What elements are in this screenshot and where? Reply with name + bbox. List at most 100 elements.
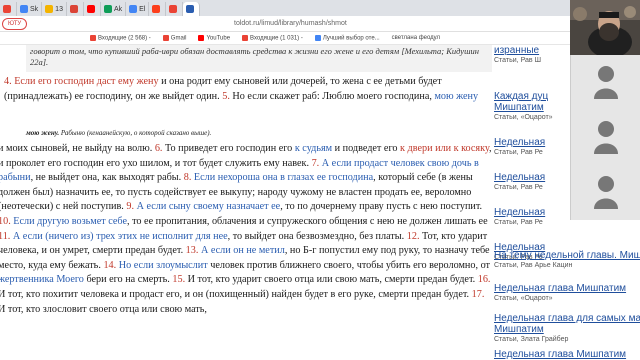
tab-13[interactable]: 13 (42, 2, 67, 16)
gmail-icon (162, 34, 169, 41)
bookmarks-bar: Входящие (2 568) - Gmail YouTube Входящи… (0, 32, 640, 45)
related-article-title[interactable]: Каждая дуц (494, 91, 548, 102)
browser-toolbar: toldot.ru/limud/library/humash/shmot (0, 16, 640, 32)
definition-term: мою жену. (26, 129, 60, 137)
verse-paragraph-2: и моих сыновей, не выйду на волю. 6. То … (0, 142, 492, 317)
commentary-link[interactable]: Если другую возьмет себе (13, 216, 127, 227)
video-tile-participant-3 (570, 165, 640, 220)
related-article-title[interactable]: Мишпатим (494, 324, 568, 335)
verse-number: 16. (477, 274, 491, 286)
verse-number: 13. (185, 245, 201, 257)
bookmark-inbox-2[interactable]: Входящие (1 031) - (242, 34, 303, 41)
tab-ak[interactable]: Ak (101, 2, 127, 16)
commentary-link[interactable]: жертвенника Моего (0, 274, 84, 285)
verse-number: 12. (406, 230, 423, 242)
tab-youtube[interactable] (84, 2, 101, 16)
bookmark-best-choice[interactable]: Лучший выбор оте... (314, 34, 380, 41)
commentary-note: говорит о том, что купивший раба-иври об… (26, 45, 492, 72)
related-article-item[interactable]: Недельная глава Мишпатим Статьи, «Оцарот» (494, 283, 626, 303)
verse-text: И тот, кто похитит человека и продаст ег… (0, 288, 472, 300)
related-article-title[interactable]: Недельная (494, 207, 545, 218)
related-article-title[interactable]: изранные (494, 45, 541, 56)
favicon-icon (45, 5, 54, 13)
video-tile-participant-2 (570, 110, 640, 165)
related-article-title[interactable]: Недельная (494, 172, 545, 183)
highlighted-phrase[interactable]: к двери или к косяку (400, 143, 489, 154)
related-article-title[interactable]: Недельная глава Мишпатим (494, 283, 626, 294)
user-silhouette-icon (594, 121, 618, 154)
bookmark-gmail[interactable]: Gmail (162, 34, 186, 41)
tab-gmail[interactable] (166, 2, 184, 16)
verse-number: 14. (103, 259, 119, 271)
favicon-icon (186, 5, 195, 13)
verse-number: 9. (126, 201, 137, 213)
bookmark-inbox[interactable]: Входящие (2 568) - (90, 34, 151, 41)
verse-number: 6. (154, 143, 166, 154)
verse-text: и моих сыновей, не выйду на волю. (0, 143, 155, 154)
verse-text: И тот, кто злословит своего отца или сво… (0, 303, 207, 315)
term-definition: мою жену. Рабыню (кенаанейскую, о которо… (26, 126, 211, 141)
tab-sk[interactable]: Sk (17, 2, 43, 16)
related-article-meta: Статьи, «Оцарот» (494, 114, 553, 121)
bookmark-svetlana[interactable]: светлана феодул (392, 35, 440, 41)
user-silhouette-icon (594, 66, 618, 99)
verse-number: 17. (471, 288, 485, 300)
related-article-item[interactable]: изранные Статьи, Рав Ш (494, 45, 541, 65)
verse-number: 5. (222, 90, 233, 102)
browser-tab-bar: Sk 13 Ak El (0, 0, 640, 16)
article-body: говорит о том, что купивший раба-иври об… (0, 45, 492, 360)
favicon-icon (103, 5, 112, 13)
url-bar[interactable]: toldot.ru/limud/library/humash/shmot (234, 20, 347, 27)
related-article-item[interactable]: Каждая дуц (494, 91, 548, 102)
commentary-link[interactable]: А если он не метил (201, 245, 285, 256)
tab-mail[interactable] (67, 2, 84, 16)
related-article-title[interactable]: Недельная глава Мишпатим (494, 349, 626, 360)
commentary-link[interactable]: мою жену (434, 91, 478, 102)
tab-el[interactable]: El (126, 2, 150, 16)
tab-yandex[interactable] (149, 2, 167, 16)
related-article-title[interactable]: Мишпатим (494, 102, 553, 113)
verse-paragraph-1: 4. Если его господин даст ему жену и она… (4, 75, 492, 104)
video-tile-participant-1 (570, 55, 640, 110)
favicon-icon (129, 5, 138, 13)
related-article-item[interactable]: Мишпатим Статьи, «Оцарот» (494, 102, 553, 122)
favicon-icon (169, 5, 178, 13)
youtube-icon (198, 34, 205, 41)
favicon-icon (20, 5, 28, 13)
highlighted-phrase[interactable]: Если его господин даст ему жену (14, 76, 158, 87)
commentary-link[interactable]: А если сыну своему назначает ее (137, 201, 281, 212)
speaker-video-icon (570, 0, 640, 55)
verse-number: 7. (311, 157, 322, 169)
commentary-link[interactable]: А если (ничего из) трех этих не исполнит… (13, 231, 228, 242)
verse-number: 4. (4, 76, 15, 87)
mail-icon (242, 34, 249, 41)
verse-number: 8. (183, 172, 194, 184)
related-article-meta: Статьи, Рав Ре (494, 149, 543, 156)
verse-text: и подведет его (332, 143, 401, 154)
related-article-item[interactable]: Недельная Статьи, Рав Ре (494, 207, 545, 227)
related-article-title[interactable]: Недельная (494, 137, 545, 148)
commentary-link[interactable]: к судьям (295, 143, 332, 154)
verse-text: бери его на смерть. (83, 274, 173, 286)
tab-extension[interactable] (0, 2, 17, 16)
related-article-item[interactable]: Недельная глава для самых мален (494, 313, 640, 324)
page-pill[interactable]: ЮТУ (2, 18, 28, 30)
commentary-link[interactable]: Но если злоумыслит (119, 260, 208, 271)
commentary-link[interactable]: Если нехороша она в глазах ее господина (194, 172, 373, 183)
related-article-title[interactable]: На тему недельной главы. Мишпатим (494, 250, 640, 261)
related-article-item[interactable]: Мишпатим Статьи, Злата Грайбер (494, 324, 568, 344)
verse-text: человек против ближнего своего, чтобы уб… (207, 259, 490, 271)
favicon-icon (86, 5, 95, 13)
related-article-meta: Статьи, Рав Ре (494, 219, 543, 226)
bookmark-youtube[interactable]: YouTube (198, 34, 230, 41)
related-article-meta: Статьи, Рав Ш (494, 57, 541, 64)
verse-text: Но если скажет раб: Люблю моего господин… (232, 90, 435, 102)
related-article-item[interactable]: Недельная глава Мишпатим (494, 349, 626, 360)
definition-text: Рабыню (кенаанейскую, о которой сказано … (59, 129, 212, 137)
related-article-title[interactable]: Недельная глава для самых мален (494, 313, 640, 324)
related-article-item[interactable]: Недельная Статьи, Рав Ре (494, 137, 545, 157)
related-article-item[interactable]: На тему недельной главы. МишпатимСтатьи,… (494, 250, 640, 270)
verse-text: , то выйдет она безвозмездно, без платы. (227, 230, 407, 242)
tab-active[interactable] (183, 2, 201, 16)
related-article-item[interactable]: Недельная Статьи, Рав Ре (494, 172, 545, 192)
